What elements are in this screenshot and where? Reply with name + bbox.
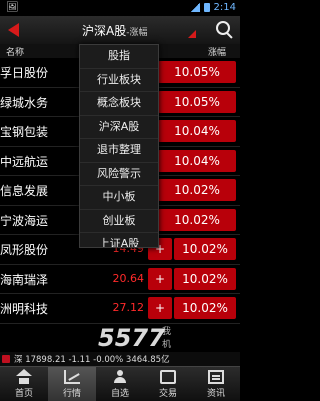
menu-item-index[interactable]: 股指 [80, 45, 158, 69]
change-badge: 10.02% [174, 267, 236, 290]
change-badge: 10.02% [174, 297, 236, 319]
news-icon [208, 370, 224, 384]
status-bar: 🖼 2:14 [0, 0, 240, 16]
stock-name: 中远航运 [0, 154, 49, 169]
change-badge: 10.04% [158, 149, 236, 172]
tab-label: 自选 [110, 389, 129, 399]
tab-watchlist[interactable]: 自选 [96, 367, 144, 401]
search-button[interactable] [214, 20, 234, 40]
tab-trade[interactable]: 交易 [144, 367, 192, 401]
watermark-logo: 5577 我机网 [98, 324, 171, 363]
bottom-tab-bar: 首页 行情 自选 交易 资讯 [0, 366, 240, 401]
battery-icon [203, 3, 210, 12]
top-bar: 沪深A股-涨幅 [0, 16, 240, 45]
change-badge: 10.02% [174, 238, 236, 260]
index-ticker[interactable]: 深 17898.21 -1.11 -0.00% 3464.85亿 [0, 352, 240, 366]
table-row[interactable]: 洲明科技 27.12 + 10.02% [0, 294, 240, 324]
change-sign: + [148, 297, 172, 319]
change-badge: 10.05% [158, 90, 236, 113]
stock-name: 信息发展 [0, 184, 49, 198]
notification-icon: 🖼 [6, 2, 19, 13]
stock-name: 绿城水务 [0, 95, 49, 110]
chart-icon [64, 370, 80, 384]
column-name[interactable]: 名称 [6, 45, 24, 58]
table-row[interactable]: 海南瑞泽 20.64 + 10.02% [0, 265, 240, 294]
market-dropdown-menu: 股指 行业板块 概念板块 沪深A股 退市整理 风险警示 中小板 创业板 上证A股 [79, 44, 159, 248]
title-text: 沪深A股 [82, 24, 127, 38]
back-arrow-icon [7, 23, 19, 37]
stock-name: 洲明科技 [0, 302, 49, 316]
stock-price: 27.12 [112, 301, 145, 314]
change-badge: 10.02% [158, 208, 236, 231]
tab-home[interactable]: 首页 [0, 367, 48, 401]
dropdown-indicator-icon[interactable] [188, 30, 196, 38]
tab-news[interactable]: 资讯 [192, 367, 240, 401]
menu-item-sme-board[interactable]: 中小板 [80, 186, 158, 210]
market-selector-title[interactable]: 沪深A股-涨幅 [82, 22, 147, 39]
home-icon [16, 369, 32, 376]
change-badge: 10.04% [158, 120, 236, 142]
menu-item-shanghai-a[interactable]: 上证A股 [80, 233, 158, 247]
signal-icon [189, 3, 200, 12]
back-button[interactable] [4, 20, 22, 40]
stock-price: 20.64 [112, 271, 145, 285]
tab-quotes[interactable]: 行情 [48, 367, 96, 401]
change-badge: 10.05% [158, 61, 236, 83]
user-icon [112, 370, 128, 384]
menu-item-concept[interactable]: 概念板块 [80, 92, 158, 116]
ticker-text: 深 17898.21 -1.11 -0.00% 3464.85亿 [14, 355, 170, 365]
tab-label: 资讯 [206, 389, 225, 399]
tab-label: 行情 [62, 389, 81, 399]
ticker-icon [2, 355, 10, 363]
menu-item-delisting[interactable]: 退市整理 [80, 139, 158, 163]
stock-name: 海南瑞泽 [0, 272, 49, 287]
stock-name: 宝钢包装 [0, 125, 49, 139]
watermark-brand: 5577 [98, 324, 165, 352]
tab-label: 首页 [14, 389, 33, 399]
tab-label: 交易 [158, 389, 177, 399]
change-badge: 10.02% [158, 179, 236, 201]
column-change[interactable]: 涨幅 [208, 45, 226, 58]
title-sort: -涨幅 [126, 28, 148, 38]
menu-item-risk-warning[interactable]: 风险警示 [80, 163, 158, 186]
menu-item-a-shares[interactable]: 沪深A股 [80, 116, 158, 139]
stock-name: 宁波海运 [0, 213, 49, 228]
stock-name: 孚日股份 [0, 66, 49, 80]
stock-name: 凤形股份 [0, 243, 49, 257]
menu-item-chinext[interactable]: 创业板 [80, 210, 158, 233]
clock: 2:14 [213, 2, 236, 13]
menu-item-industry[interactable]: 行业板块 [80, 69, 158, 92]
status-right: 2:14 [189, 2, 236, 13]
change-sign: + [148, 267, 172, 290]
trade-icon [160, 370, 176, 384]
